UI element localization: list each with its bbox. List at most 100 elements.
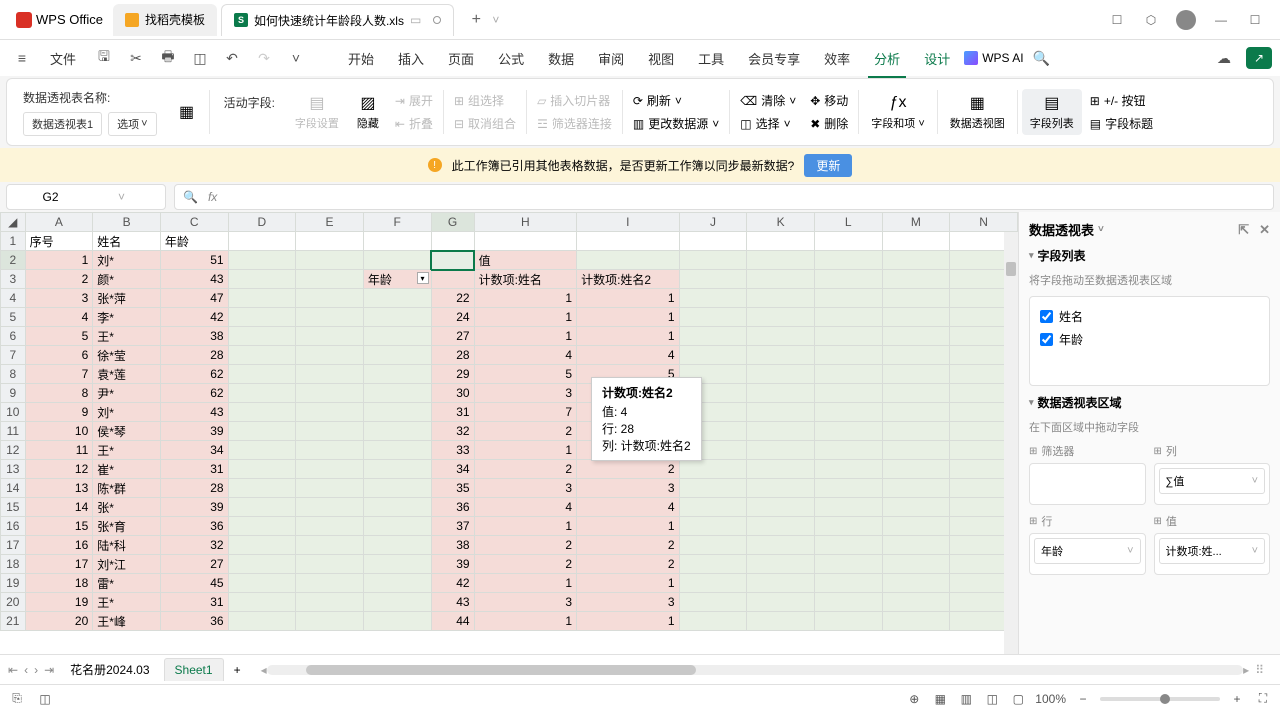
formula-input[interactable]: 🔍 fx xyxy=(174,184,1274,210)
sheet-first-icon[interactable]: ⇤ xyxy=(6,663,20,677)
menu-tools[interactable]: 工具 xyxy=(688,43,734,74)
sheet-tab-1[interactable]: 花名册2024.03 xyxy=(60,657,159,682)
menu-page[interactable]: 页面 xyxy=(438,43,484,74)
row-header[interactable]: 5 xyxy=(1,308,26,327)
field-checkbox[interactable] xyxy=(1040,310,1053,323)
undo-icon[interactable]: ↶ xyxy=(218,44,246,72)
col-header[interactable]: E xyxy=(296,213,364,232)
col-header[interactable]: C xyxy=(160,213,228,232)
menu-formula[interactable]: 公式 xyxy=(488,43,534,74)
value-dropzone[interactable]: 计数项:姓...˅ xyxy=(1154,533,1271,575)
row-header[interactable]: 16 xyxy=(1,517,26,536)
sheet-next-icon[interactable]: › xyxy=(32,663,40,677)
menu-member[interactable]: 会员专享 xyxy=(738,43,810,74)
menu-analysis[interactable]: 分析 xyxy=(864,43,910,74)
pivot-name-value[interactable]: 数据透视表1 xyxy=(23,112,102,136)
col-header[interactable]: N xyxy=(950,213,1018,232)
name-box[interactable]: G2 ˅ xyxy=(6,184,166,210)
row-header[interactable]: 4 xyxy=(1,289,26,308)
clear-button[interactable]: ⌫清除 ˅ xyxy=(734,90,802,111)
row-header[interactable]: 21 xyxy=(1,612,26,631)
zoom-formula-icon[interactable]: 🔍 xyxy=(183,190,198,204)
fullscreen-icon[interactable]: ⛶ xyxy=(1254,690,1272,708)
spreadsheet-grid[interactable]: ◢ABCDEFGHIJKLMN1序号姓名年龄21刘*51值32颜*43年龄▾计数… xyxy=(0,212,1018,654)
col-header[interactable]: I xyxy=(577,213,680,232)
row-header[interactable]: 18 xyxy=(1,555,26,574)
menu-efficiency[interactable]: 效率 xyxy=(814,43,860,74)
row-header[interactable]: 13 xyxy=(1,460,26,479)
avatar[interactable] xyxy=(1176,10,1196,30)
save-icon[interactable]: 🖫 xyxy=(90,44,118,72)
cloud-icon[interactable]: ☁ xyxy=(1210,44,1238,72)
new-tab-button[interactable]: + xyxy=(464,8,488,32)
view-mode-5[interactable]: ▢ xyxy=(1009,690,1027,708)
column-item[interactable]: ∑值˅ xyxy=(1159,468,1266,494)
value-item[interactable]: 计数项:姓...˅ xyxy=(1159,538,1266,564)
menu-start[interactable]: 开始 xyxy=(338,43,384,74)
row-header[interactable]: 3 xyxy=(1,270,26,289)
options-button[interactable]: 选项 ˅ xyxy=(108,112,156,136)
hide-button[interactable]: ▨ 隐藏 xyxy=(349,89,387,135)
window-switch-icon[interactable]: ☐ xyxy=(1108,11,1126,29)
col-header[interactable]: A xyxy=(25,213,93,232)
field-item-name[interactable]: 姓名 xyxy=(1038,305,1261,328)
col-header[interactable]: F xyxy=(363,213,431,232)
field-items-button[interactable]: ƒx 字段和项 ˅ xyxy=(863,89,932,135)
row-header[interactable]: 6 xyxy=(1,327,26,346)
sheet-prev-icon[interactable]: ‹ xyxy=(22,663,30,677)
status-icon-1[interactable]: ⎘ xyxy=(8,690,26,708)
row-header[interactable]: 10 xyxy=(1,403,26,422)
filter-dropzone[interactable] xyxy=(1029,463,1146,505)
print-icon[interactable]: 🖶 xyxy=(154,44,182,72)
more-qat-icon[interactable]: ˅ xyxy=(282,44,310,72)
tab-document[interactable]: S 如何快速统计年龄段人数.xls ▭ xyxy=(221,4,454,36)
maximize-button[interactable]: ☐ xyxy=(1246,11,1264,29)
corner-cell[interactable]: ◢ xyxy=(1,213,26,232)
pivot-chart-button[interactable]: ▦ 数据透视图 xyxy=(942,89,1013,135)
hscroll-thumb[interactable] xyxy=(306,665,697,675)
share-button[interactable]: ↗ xyxy=(1246,47,1272,69)
sheet-last-icon[interactable]: ⇥ xyxy=(42,663,56,677)
col-header[interactable]: J xyxy=(679,213,747,232)
field-list-box[interactable]: 姓名 年龄 xyxy=(1029,296,1270,386)
view-mode-2[interactable]: ▦ xyxy=(931,690,949,708)
tab-templates[interactable]: 找稻壳模板 xyxy=(113,4,217,36)
status-icon-2[interactable]: ◫ xyxy=(36,690,54,708)
selected-cell[interactable] xyxy=(431,251,474,270)
close-icon[interactable]: ✕ xyxy=(1259,222,1270,238)
row-header[interactable]: 20 xyxy=(1,593,26,612)
select-button[interactable]: ◫选择 ˅ xyxy=(734,113,802,134)
view-mode-4[interactable]: ◫ xyxy=(983,690,1001,708)
pin-icon[interactable]: ⇱ xyxy=(1238,222,1249,238)
row-header[interactable]: 12 xyxy=(1,441,26,460)
row-header[interactable]: 14 xyxy=(1,479,26,498)
add-sheet-button[interactable]: + xyxy=(228,663,247,677)
field-item-age[interactable]: 年龄 xyxy=(1038,328,1261,351)
field-headers-button[interactable]: ▤字段标题 xyxy=(1084,113,1159,134)
row-dropzone[interactable]: 年龄˅ xyxy=(1029,533,1146,575)
row-header[interactable]: 7 xyxy=(1,346,26,365)
hamburger-icon[interactable]: ≡ xyxy=(8,44,36,72)
field-list-button[interactable]: ▤ 字段列表 xyxy=(1022,89,1082,135)
filter-dropdown-icon[interactable]: ▾ xyxy=(417,272,429,284)
tab-dropdown-icon[interactable]: ˅ xyxy=(492,13,499,27)
sheet-tab-2[interactable]: Sheet1 xyxy=(164,658,224,681)
col-header[interactable]: B xyxy=(93,213,161,232)
menu-data[interactable]: 数据 xyxy=(538,43,584,74)
search-icon[interactable]: 🔍 xyxy=(1028,44,1056,72)
menu-review[interactable]: 审阅 xyxy=(588,43,634,74)
row-header[interactable]: 8 xyxy=(1,365,26,384)
column-dropzone[interactable]: ∑值˅ xyxy=(1154,463,1271,505)
zoom-value[interactable]: 100% xyxy=(1035,692,1066,706)
preview-icon[interactable]: ◫ xyxy=(186,44,214,72)
change-source-button[interactable]: ▥更改数据源 ˅ xyxy=(627,113,725,134)
redo-icon[interactable]: ↷ xyxy=(250,44,278,72)
menu-design[interactable]: 设计 xyxy=(914,43,960,74)
col-header[interactable]: L xyxy=(814,213,882,232)
col-header[interactable]: M xyxy=(882,213,950,232)
file-menu[interactable]: 文件 xyxy=(40,43,86,74)
refresh-button[interactable]: ⟳刷新 ˅ xyxy=(627,90,725,111)
row-header[interactable]: 11 xyxy=(1,422,26,441)
row-header[interactable]: 9 xyxy=(1,384,26,403)
move-button[interactable]: ✥移动 xyxy=(804,90,854,111)
